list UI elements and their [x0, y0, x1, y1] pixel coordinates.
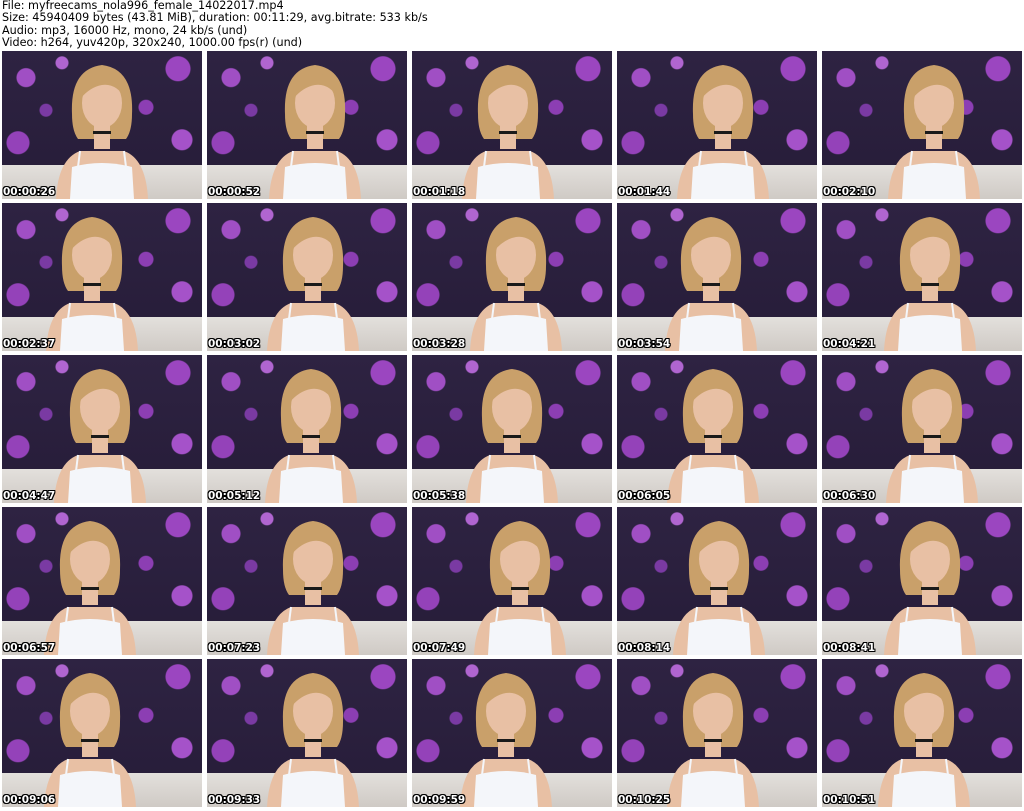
thumbnail-timestamp: 00:06:05 — [618, 490, 671, 502]
video-thumbnail[interactable]: 00:04:21 — [822, 203, 1022, 351]
person-figure — [40, 363, 160, 503]
video-thumbnail[interactable]: 00:02:37 — [2, 203, 202, 351]
thumbnail-timestamp: 00:04:21 — [823, 338, 876, 350]
video-thumbnail[interactable]: 00:09:06 — [2, 659, 202, 807]
thumbnail-timestamp: 00:07:49 — [413, 642, 466, 654]
person-figure — [446, 667, 566, 807]
thumbnail-timestamp: 00:00:52 — [208, 186, 261, 198]
person-figure — [870, 211, 990, 351]
thumbnail-timestamp: 00:04:47 — [3, 490, 56, 502]
person-figure — [872, 363, 992, 503]
person-figure — [653, 363, 773, 503]
thumbnail-timestamp: 00:06:57 — [3, 642, 56, 654]
person-figure — [255, 59, 375, 199]
thumbnail-timestamp: 00:00:26 — [3, 186, 56, 198]
thumbnail-timestamp: 00:01:18 — [413, 186, 466, 198]
file-info-header: File: myfreecams_nola996_female_14022017… — [2, 0, 1022, 50]
video-thumbnail[interactable]: 00:03:54 — [617, 203, 817, 351]
person-figure — [864, 667, 984, 807]
person-figure — [452, 363, 572, 503]
video-thumbnail[interactable]: 00:03:28 — [412, 203, 612, 351]
thumbnail-timestamp: 00:09:06 — [3, 794, 56, 806]
video-thumbnail[interactable]: 00:09:59 — [412, 659, 612, 807]
thumbnail-timestamp: 00:10:51 — [823, 794, 876, 806]
video-thumbnail[interactable]: 00:02:10 — [822, 51, 1022, 199]
person-figure — [653, 667, 773, 807]
video-thumbnail[interactable]: 00:10:51 — [822, 659, 1022, 807]
thumbnail-timestamp: 00:08:41 — [823, 642, 876, 654]
person-figure — [874, 59, 994, 199]
thumbnail-timestamp: 00:01:44 — [618, 186, 671, 198]
thumbnail-timestamp: 00:10:25 — [618, 794, 671, 806]
video-thumbnail[interactable]: 00:07:49 — [412, 507, 612, 655]
person-figure — [251, 363, 371, 503]
person-figure — [30, 515, 150, 655]
person-figure — [32, 211, 152, 351]
thumbnail-timestamp: 00:09:33 — [208, 794, 261, 806]
video-thumbnail[interactable]: 00:09:33 — [207, 659, 407, 807]
video-thumbnail[interactable]: 00:01:44 — [617, 51, 817, 199]
video-thumbnail[interactable]: 00:04:47 — [2, 355, 202, 503]
video-thumbnail[interactable]: 00:06:05 — [617, 355, 817, 503]
person-figure — [651, 211, 771, 351]
thumbnail-timestamp: 00:05:38 — [413, 490, 466, 502]
thumbnail-timestamp: 00:08:14 — [618, 642, 671, 654]
video-info-line: Video: h264, yuv420p, 320x240, 1000.00 f… — [2, 36, 303, 50]
video-thumbnail[interactable]: 00:05:12 — [207, 355, 407, 503]
video-thumbnail[interactable]: 00:06:30 — [822, 355, 1022, 503]
video-thumbnail[interactable]: 00:08:14 — [617, 507, 817, 655]
thumbnail-timestamp: 00:07:23 — [208, 642, 261, 654]
person-figure — [456, 211, 576, 351]
video-thumbnail[interactable]: 00:08:41 — [822, 507, 1022, 655]
person-figure — [659, 515, 779, 655]
person-figure — [253, 515, 373, 655]
video-thumbnail[interactable]: 00:01:18 — [412, 51, 612, 199]
person-figure — [253, 211, 373, 351]
thumbnail-timestamp: 00:03:54 — [618, 338, 671, 350]
person-figure — [448, 59, 568, 199]
thumbnail-timestamp: 00:06:30 — [823, 490, 876, 502]
person-figure — [870, 515, 990, 655]
video-thumbnail[interactable]: 00:05:38 — [412, 355, 612, 503]
person-figure — [253, 667, 373, 807]
thumbnail-timestamp: 00:03:28 — [413, 338, 466, 350]
video-thumbnail[interactable]: 00:00:52 — [207, 51, 407, 199]
video-thumbnail[interactable]: 00:07:23 — [207, 507, 407, 655]
video-thumbnail[interactable]: 00:06:57 — [2, 507, 202, 655]
person-figure — [663, 59, 783, 199]
file-size-line: Size: 45940409 bytes (43.81 MiB), durati… — [2, 11, 428, 25]
person-figure — [30, 667, 150, 807]
thumbnail-timestamp: 00:02:37 — [3, 338, 56, 350]
person-figure — [460, 515, 580, 655]
video-thumbnail[interactable]: 00:03:02 — [207, 203, 407, 351]
video-thumbnail[interactable]: 00:00:26 — [2, 51, 202, 199]
thumbnail-timestamp: 00:02:10 — [823, 186, 876, 198]
video-thumbnail[interactable]: 00:10:25 — [617, 659, 817, 807]
thumbnail-grid: 00:00:26 00:00:52 00:01:18 00:01:44 00:02:10… — [2, 51, 1022, 807]
thumbnail-timestamp: 00:09:59 — [413, 794, 466, 806]
thumbnail-timestamp: 00:03:02 — [208, 338, 261, 350]
thumbnail-timestamp: 00:05:12 — [208, 490, 261, 502]
person-figure — [42, 59, 162, 199]
